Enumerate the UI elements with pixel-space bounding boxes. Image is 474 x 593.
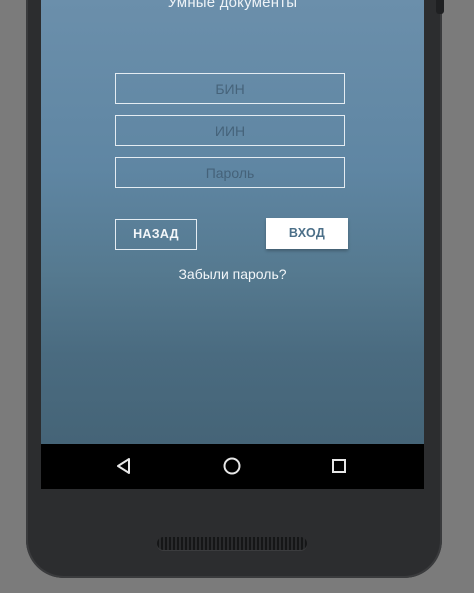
circle-home-icon <box>223 457 241 475</box>
nav-back-button[interactable] <box>114 456 134 476</box>
app-title: Умные документы <box>167 0 298 11</box>
login-button[interactable]: ВХОД <box>266 218 348 249</box>
bin-field[interactable] <box>115 73 345 104</box>
side-button <box>436 0 444 14</box>
app-screen: Умные документы НАЗАД ВХОД Забыли пароль… <box>41 0 424 444</box>
back-button[interactable]: НАЗАД <box>115 219 197 250</box>
square-recent-icon <box>332 459 346 473</box>
device-frame: Умные документы НАЗАД ВХОД Забыли пароль… <box>0 0 474 593</box>
system-navigation-bar <box>41 444 424 489</box>
forgot-password-link[interactable]: Забыли пароль? <box>41 266 424 282</box>
nav-recent-button[interactable] <box>329 456 349 476</box>
iin-field[interactable] <box>115 115 345 146</box>
speaker-grille <box>157 537 307 550</box>
password-field[interactable] <box>115 157 345 188</box>
triangle-back-icon <box>117 458 130 474</box>
nav-home-button[interactable] <box>222 456 242 476</box>
